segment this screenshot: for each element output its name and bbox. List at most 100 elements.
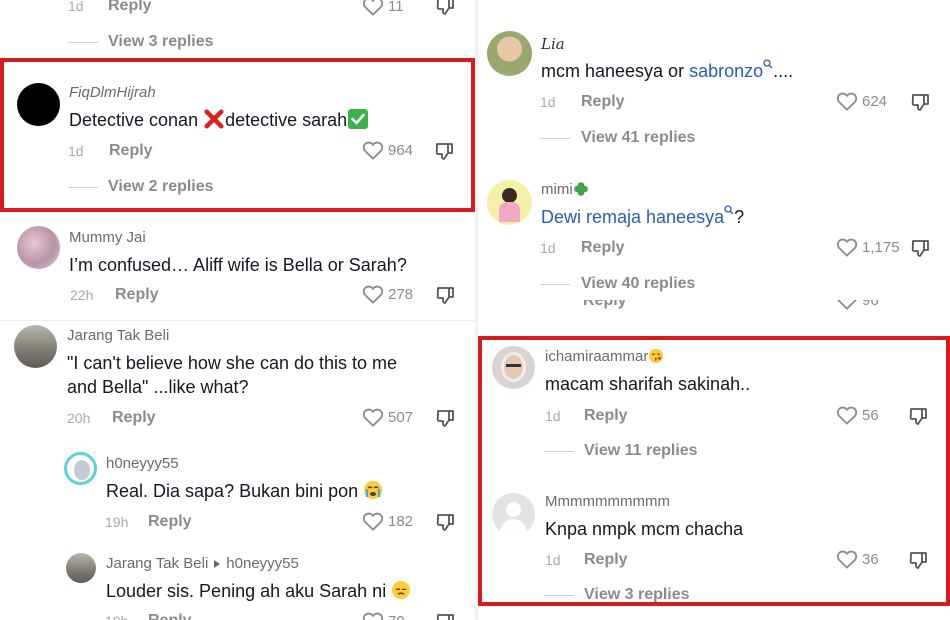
like-button[interactable]: 964 xyxy=(362,140,413,160)
heart-icon xyxy=(837,300,857,310)
comment-username[interactable]: Lia xyxy=(541,35,565,53)
like-button[interactable]: 507 xyxy=(362,407,413,427)
heart-icon xyxy=(362,141,384,160)
comment-username[interactable]: h0neyyy55 xyxy=(106,455,179,472)
reply-button[interactable]: Reply xyxy=(581,239,625,257)
like-button[interactable]: 96 xyxy=(836,300,879,310)
avatar[interactable] xyxy=(17,226,60,269)
reply-button[interactable]: Reply xyxy=(148,513,192,531)
search-icon xyxy=(763,59,773,69)
like-count: 964 xyxy=(388,141,414,159)
heart-icon xyxy=(362,512,384,531)
comment-username[interactable]: Mummy Jai xyxy=(69,229,146,246)
view-replies-button[interactable]: View 41 replies xyxy=(581,129,695,147)
like-button[interactable]: 624 xyxy=(836,91,887,111)
kiss-emoji-icon xyxy=(649,349,664,363)
comment-text: Knpa nmpk mcm chacha xyxy=(545,519,744,539)
view-replies-button[interactable]: View 3 replies xyxy=(584,586,690,604)
view-replies-button[interactable]: View 11 replies xyxy=(584,442,698,460)
avatar[interactable] xyxy=(64,452,97,485)
comment-username[interactable]: Jarang Tak Beli xyxy=(67,327,169,344)
comment-time: 20h xyxy=(67,410,91,426)
comment-text: Louder sis. Pening ah aku Sarah ni xyxy=(106,579,411,603)
like-button[interactable]: 1,175 xyxy=(836,237,900,257)
dislike-icon[interactable] xyxy=(436,285,456,305)
reply-button[interactable]: Reply xyxy=(112,409,156,427)
dislike-icon[interactable] xyxy=(909,550,929,570)
heart-icon xyxy=(836,406,858,425)
like-button[interactable]: 182 xyxy=(362,511,413,531)
right-comment-panel: Lia mcm haneesya or sabronzo.... 1d Repl… xyxy=(478,0,950,620)
view-replies-button[interactable]: View 2 replies xyxy=(108,178,214,196)
dislike-icon[interactable] xyxy=(911,92,931,112)
like-count: 56 xyxy=(862,406,879,424)
reply-button[interactable]: Reply xyxy=(108,0,152,15)
comment-text: "I can't believe how she can do this to … xyxy=(67,353,398,373)
comment-text: Detective conan detective sarah xyxy=(69,108,369,132)
like-count: 278 xyxy=(388,285,414,303)
comment-text-part: Detective conan xyxy=(69,110,204,130)
view-replies-button[interactable]: View 3 replies xyxy=(108,33,214,51)
comment-username-row: Jarang Tak Beli h0neyyy55 xyxy=(106,555,299,572)
view-replies-button[interactable]: View 40 replies xyxy=(581,275,695,293)
reply-button[interactable]: Reply xyxy=(581,93,625,111)
avatar[interactable] xyxy=(492,493,535,536)
like-button[interactable]: 36 xyxy=(836,549,879,569)
comment-text: and Bella" ...like what? xyxy=(67,377,249,397)
comment-username-row: mimi xyxy=(541,181,589,198)
dislike-icon[interactable] xyxy=(436,408,456,428)
mention-link[interactable]: Dewi remaja haneesya xyxy=(541,207,724,227)
clover-icon xyxy=(573,182,588,196)
pensive-emoji-icon xyxy=(392,581,411,599)
comment-username[interactable]: FiqDlmHijrah xyxy=(69,84,156,101)
comment-text: mcm haneesya or sabronzo.... xyxy=(541,59,793,83)
comment-username[interactable]: Mmmmmmmmmm xyxy=(545,493,670,510)
avatar[interactable] xyxy=(487,31,532,76)
dislike-icon[interactable] xyxy=(911,238,931,258)
like-button[interactable]: 278 xyxy=(362,284,413,304)
clipped-row: Reply 96 xyxy=(478,300,950,313)
crying-emoji-icon xyxy=(364,481,383,499)
comment-text-part: Real. Dia sapa? Bukan bini pon xyxy=(106,481,364,501)
mention-link[interactable]: sabronzo xyxy=(689,61,763,81)
dislike-icon[interactable] xyxy=(436,512,456,532)
reply-button[interactable]: Reply xyxy=(148,612,192,620)
heart-icon xyxy=(362,408,384,427)
divider-line xyxy=(540,138,570,139)
heart-icon xyxy=(362,285,384,304)
avatar[interactable] xyxy=(17,83,60,126)
comment-text-part: detective sarah xyxy=(225,110,348,130)
like-button[interactable]: 56 xyxy=(836,405,879,425)
comment-username[interactable]: Jarang Tak Beli xyxy=(106,555,208,572)
like-button[interactable]: 11 xyxy=(362,0,404,16)
dislike-icon[interactable] xyxy=(436,612,456,620)
divider-line xyxy=(544,451,574,452)
avatar[interactable] xyxy=(66,553,96,583)
comment-text: Real. Dia sapa? Bukan bini pon xyxy=(106,479,383,503)
like-count: 624 xyxy=(862,92,888,110)
reply-to-username[interactable]: h0neyyy55 xyxy=(226,555,299,572)
comment-text: macam sharifah sakinah.. xyxy=(545,374,751,394)
heart-icon xyxy=(362,612,384,620)
divider-line xyxy=(68,42,98,43)
avatar[interactable] xyxy=(487,180,532,225)
comment-username[interactable]: ichamiraammar xyxy=(545,348,648,365)
like-count: 96 xyxy=(862,300,879,309)
reply-button[interactable]: Reply xyxy=(583,300,627,310)
dislike-icon[interactable] xyxy=(909,406,929,426)
dislike-icon[interactable] xyxy=(436,0,456,16)
reply-button[interactable]: Reply xyxy=(584,407,628,425)
check-mark-icon xyxy=(348,109,369,129)
comment-time: 1d xyxy=(540,240,556,256)
comment-username[interactable]: mimi xyxy=(541,181,573,198)
reply-button[interactable]: Reply xyxy=(109,142,153,160)
dislike-icon[interactable] xyxy=(435,141,455,161)
comment-time: 1d xyxy=(545,552,561,568)
reply-button[interactable]: Reply xyxy=(115,286,159,304)
like-button[interactable]: 79 xyxy=(362,611,405,620)
avatar[interactable] xyxy=(492,346,535,389)
reply-button[interactable]: Reply xyxy=(584,551,628,569)
avatar[interactable] xyxy=(14,325,57,368)
comment-username-row: ichamiraammar xyxy=(545,348,664,365)
comment-text: I’m confused… Aliff wife is Bella or Sar… xyxy=(69,255,407,275)
